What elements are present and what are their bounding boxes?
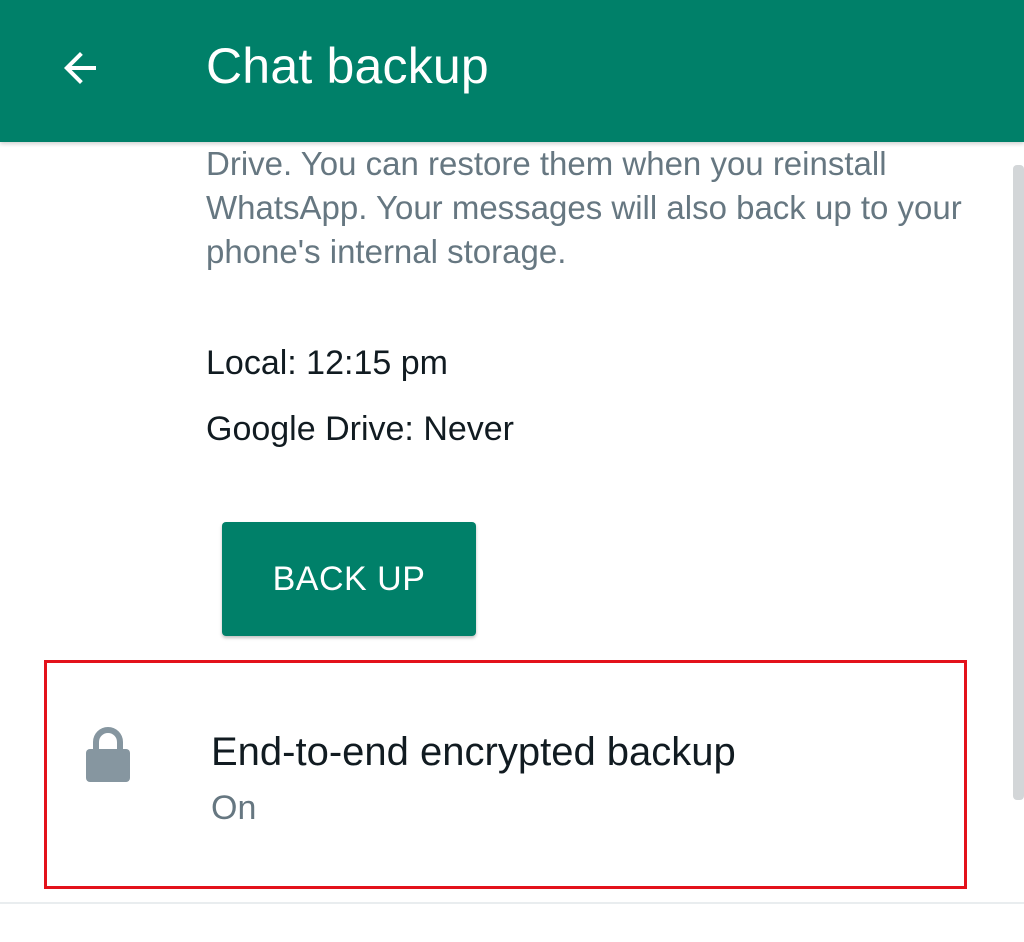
e2e-backup-title: End-to-end encrypted backup: [211, 730, 736, 774]
scrollbar[interactable]: [1013, 165, 1024, 800]
e2e-encrypted-backup-setting[interactable]: End-to-end encrypted backup On: [0, 662, 1010, 884]
backup-description: Drive. You can restore them when you rei…: [206, 145, 962, 270]
app-bar: Chat backup: [0, 0, 1024, 142]
divider: [0, 902, 1024, 904]
e2e-backup-status: On: [211, 789, 257, 827]
back-button[interactable]: [50, 38, 110, 98]
page-title: Chat backup: [206, 38, 489, 94]
backup-settings-content: Drive. You can restore them when you rei…: [0, 142, 1024, 942]
lock-icon: [86, 727, 130, 782]
last-local-backup: Local: 12:15 pm: [206, 344, 448, 382]
last-google-drive-backup: Google Drive: Never: [206, 410, 515, 448]
back-up-button[interactable]: BACK UP: [222, 522, 476, 636]
arrow-left-icon: [64, 52, 96, 84]
